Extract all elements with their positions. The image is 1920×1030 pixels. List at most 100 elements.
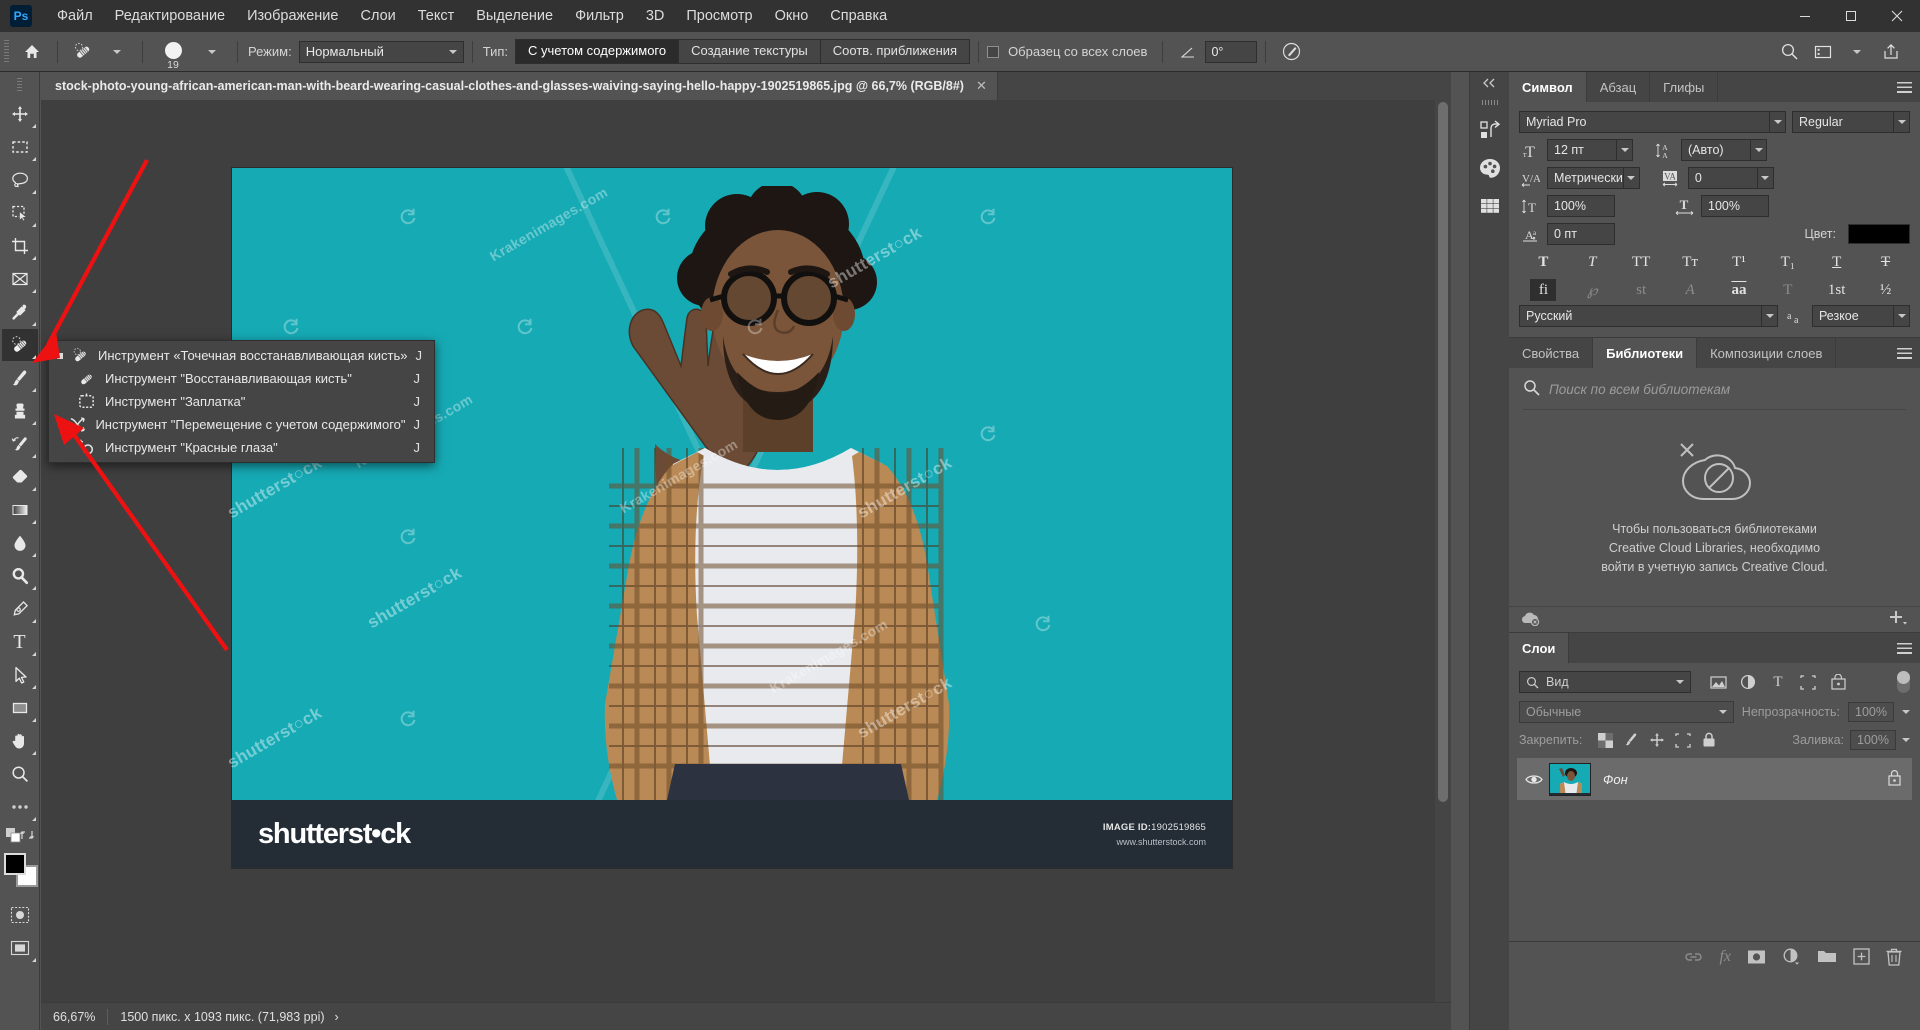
lock-image-icon[interactable] xyxy=(1618,729,1644,751)
font-style-select[interactable]: Regular xyxy=(1792,111,1910,133)
menu-select[interactable]: Выделение xyxy=(465,0,564,32)
shape-filter-icon[interactable] xyxy=(1793,670,1823,694)
menu-edit[interactable]: Редактирование xyxy=(104,0,236,32)
layer-visibility-icon[interactable] xyxy=(1519,773,1549,786)
type-option-create-texture[interactable]: Создание текстуры xyxy=(679,40,821,63)
home-icon[interactable] xyxy=(15,36,49,68)
pixel-filter-icon[interactable] xyxy=(1703,670,1733,694)
status-expand-icon[interactable]: › xyxy=(335,1010,339,1024)
swash-button[interactable]: A xyxy=(1677,279,1703,301)
collapse-panels-icon[interactable] xyxy=(1470,72,1509,94)
object-selection-tool[interactable] xyxy=(2,197,38,229)
language-select[interactable]: Русский xyxy=(1519,305,1778,327)
tab-glyphs[interactable]: Глифы xyxy=(1650,72,1719,102)
menu-view[interactable]: Просмотр xyxy=(675,0,763,32)
libraries-search[interactable]: Поиск по всем библиотекам xyxy=(1509,368,1920,409)
tool-preset-chevron-icon[interactable] xyxy=(100,36,134,68)
brush-chevron-icon[interactable] xyxy=(195,36,229,68)
link-layers-icon[interactable] xyxy=(1684,950,1703,964)
tab-layer-comps[interactable]: Композиции слоев xyxy=(1697,338,1837,368)
layer-lock-icon[interactable] xyxy=(1887,769,1902,789)
lock-artboard-icon[interactable] xyxy=(1670,729,1696,751)
screen-mode-icon[interactable] xyxy=(2,932,38,964)
flyout-item-content-aware-move[interactable]: Инструмент "Перемещение с учетом содержи… xyxy=(49,413,434,436)
type-filter-icon[interactable]: T xyxy=(1763,670,1793,694)
tab-libraries[interactable]: Библиотеки xyxy=(1593,338,1698,368)
document-tab[interactable]: stock-photo-young-african-american-man-w… xyxy=(41,72,998,100)
discretionary-ligatures-button[interactable]: st xyxy=(1628,279,1654,301)
flyout-item-spot-healing-brush[interactable]: Инструмент «Точечная восстанавливающая к… xyxy=(49,344,434,367)
minimize-button[interactable] xyxy=(1782,0,1828,32)
crop-tool[interactable] xyxy=(2,230,38,262)
clone-stamp-tool[interactable] xyxy=(2,395,38,427)
menu-image[interactable]: Изображение xyxy=(236,0,349,32)
close-icon[interactable]: ✕ xyxy=(976,78,987,94)
options-bar-grip[interactable] xyxy=(4,39,9,64)
tab-properties[interactable]: Свойства xyxy=(1509,338,1594,368)
titling-alternates-button[interactable]: T xyxy=(1775,279,1801,301)
canvas-vertical-scrollbar[interactable] xyxy=(1435,100,1451,1002)
faux-bold-button[interactable]: T xyxy=(1530,251,1556,273)
filter-toggle-switch[interactable] xyxy=(1897,671,1910,693)
small-caps-button[interactable]: Tт xyxy=(1677,251,1703,273)
cloud-offline-icon[interactable] xyxy=(1521,611,1541,629)
color-palette-icon[interactable] xyxy=(1473,151,1507,185)
hand-tool[interactable] xyxy=(2,725,38,757)
layer-row-background[interactable]: Фон xyxy=(1517,758,1912,800)
mode-select[interactable]: Нормальный xyxy=(298,40,464,63)
fractions-button[interactable]: ½ xyxy=(1873,279,1899,301)
adjustment-filter-icon[interactable] xyxy=(1733,670,1763,694)
dodge-tool[interactable] xyxy=(2,560,38,592)
vertical-scale-field[interactable]: 100% xyxy=(1547,195,1615,217)
swap-colors-icon[interactable] xyxy=(20,828,34,845)
superscript-button[interactable]: T¹ xyxy=(1726,251,1752,273)
oldstyle-button[interactable]: aa xyxy=(1726,279,1752,301)
history-icon[interactable] xyxy=(1473,113,1507,147)
layer-name[interactable]: Фон xyxy=(1603,772,1628,787)
smart-object-filter-icon[interactable] xyxy=(1823,670,1853,694)
share-icon[interactable] xyxy=(1874,36,1908,68)
flyout-item-red-eye[interactable]: Инструмент "Красные глаза" J xyxy=(49,436,434,459)
rail-grip[interactable] xyxy=(1481,100,1498,105)
menu-layers[interactable]: Слои xyxy=(349,0,406,32)
eyedropper-tool[interactable] xyxy=(2,296,38,328)
move-tool[interactable] xyxy=(2,98,38,130)
brush-preview[interactable]: 19 xyxy=(151,34,195,71)
contextual-alternates-button[interactable]: ℘ xyxy=(1579,279,1605,301)
edit-toolbar-button[interactable] xyxy=(2,791,38,823)
swatches-grid-icon[interactable] xyxy=(1473,189,1507,223)
toolbar-grip[interactable] xyxy=(17,78,22,92)
standard-ligatures-button[interactable]: fi xyxy=(1530,279,1557,301)
all-caps-button[interactable]: TT xyxy=(1628,251,1654,273)
font-size-field[interactable]: 12 пт xyxy=(1547,139,1633,161)
scrollbar-thumb[interactable] xyxy=(1438,102,1448,802)
panel-menu-icon[interactable] xyxy=(1897,338,1912,368)
leading-field[interactable]: (Авто) xyxy=(1681,139,1767,161)
panel-menu-icon[interactable] xyxy=(1897,633,1912,663)
angle-field[interactable]: 0° xyxy=(1205,40,1258,63)
menu-window[interactable]: Окно xyxy=(764,0,820,32)
underline-button[interactable]: T xyxy=(1824,251,1850,273)
lock-transparency-icon[interactable] xyxy=(1592,729,1618,751)
horizontal-scale-field[interactable]: 100% xyxy=(1701,195,1769,217)
rectangle-tool[interactable] xyxy=(2,692,38,724)
ordinals-button[interactable]: 1st xyxy=(1824,279,1850,301)
fill-value[interactable]: 100% xyxy=(1850,730,1896,750)
tab-paragraph[interactable]: Абзац xyxy=(1586,72,1651,102)
sample-all-layers-checkbox[interactable]: Образец со всех слоев xyxy=(987,44,1154,59)
opacity-value[interactable]: 100% xyxy=(1848,702,1894,722)
menu-filter[interactable]: Фильтр xyxy=(564,0,635,32)
opacity-chevron-icon[interactable] xyxy=(1902,710,1910,714)
menu-help[interactable]: Справка xyxy=(819,0,898,32)
tab-layers[interactable]: Слои xyxy=(1509,633,1570,663)
lock-position-icon[interactable] xyxy=(1644,729,1670,751)
chevron-down-icon[interactable] xyxy=(1840,36,1874,68)
text-color-swatch[interactable] xyxy=(1848,224,1910,244)
delete-layer-icon[interactable] xyxy=(1886,948,1902,966)
lasso-tool[interactable] xyxy=(2,164,38,196)
flyout-item-patch[interactable]: Инструмент "Заплатка" J xyxy=(49,390,434,413)
tab-character[interactable]: Символ xyxy=(1509,72,1587,102)
faux-italic-button[interactable]: T xyxy=(1579,251,1605,273)
workspace-icon[interactable] xyxy=(1806,36,1840,68)
menu-text[interactable]: Текст xyxy=(407,0,466,32)
